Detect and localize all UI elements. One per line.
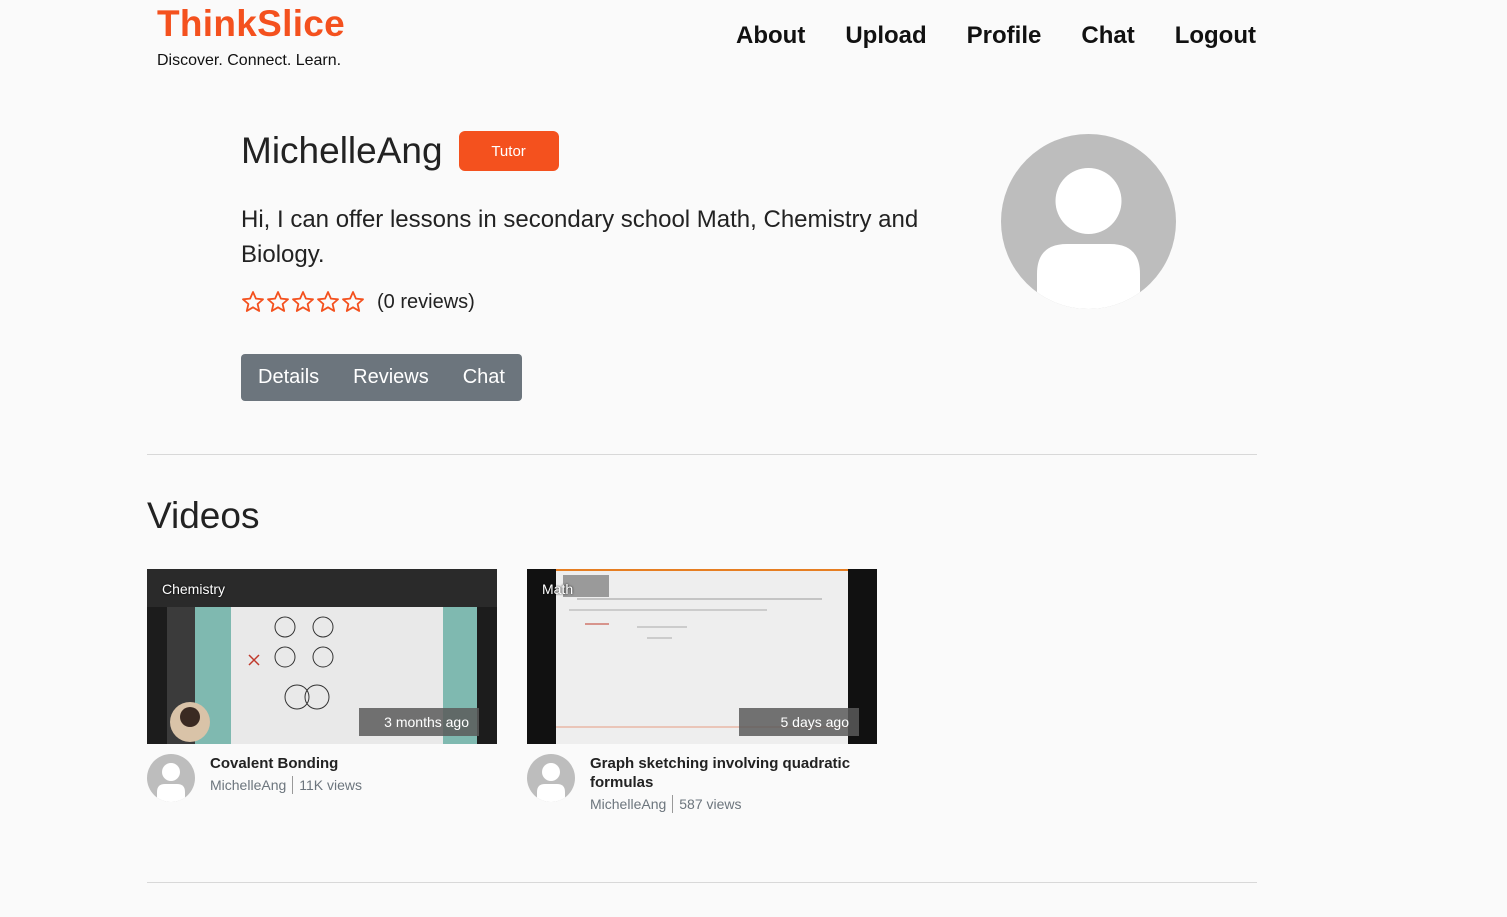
nav-logout[interactable]: Logout [1175,22,1256,50]
profile-section: MichelleAng Tutor Hi, I can offer lesson… [241,130,981,401]
tab-details[interactable]: Details [241,354,336,401]
video-category: Chemistry [162,581,226,597]
video-subline: MichelleAng 587 views [590,795,870,813]
star-icon [292,291,314,312]
video-category: Math [542,581,574,597]
role-badge: Tutor [458,131,559,171]
video-age: 3 months ago [359,708,479,736]
video-meta: Graph sketching involving quadratic form… [527,754,877,813]
video-views: 11K views [299,777,363,793]
section-divider [147,454,1257,455]
star-icon [342,291,364,312]
reviews-count: (0 reviews) [377,290,475,313]
video-card[interactable]: Chemistry 3 months ago Covalent Bonding … [147,569,497,802]
video-age: 5 days ago [739,708,859,736]
main-nav: About Upload Profile Chat Logout [736,22,1256,50]
video-meta-text: Covalent Bonding MichelleAng 11K views [210,754,362,802]
video-title[interactable]: Covalent Bonding [210,754,362,773]
video-author[interactable]: MichelleAng [590,796,666,812]
footer-divider [147,882,1257,883]
nav-chat[interactable]: Chat [1081,22,1134,50]
profile-avatar [1001,134,1176,309]
tab-chat[interactable]: Chat [446,354,522,401]
brand[interactable]: ThinkSlice Discover. Connect. Learn. [157,4,345,70]
brand-name[interactable]: ThinkSlice [157,4,345,44]
separator [672,795,674,813]
video-title[interactable]: Graph sketching involving quadratic form… [590,754,870,792]
star-icon [242,291,264,312]
star-rating [241,290,365,314]
tab-reviews[interactable]: Reviews [336,354,446,401]
user-silhouette-icon [537,763,565,802]
profile-username: MichelleAng [241,130,443,171]
profile-bio: Hi, I can offer lessons in secondary sch… [241,206,919,268]
profile-tabs: Details Reviews Chat [241,354,522,401]
video-meta: Covalent Bonding MichelleAng 11K views [147,754,497,802]
author-avatar[interactable] [147,754,195,802]
rating-row: (0 reviews) [241,290,981,314]
video-subline: MichelleAng 11K views [210,776,362,794]
videos-heading: Videos [147,495,260,536]
nav-profile[interactable]: Profile [967,22,1042,50]
user-silhouette-icon [1037,168,1140,309]
brand-tagline: Discover. Connect. Learn. [157,52,342,69]
separator [292,776,294,794]
nav-upload[interactable]: Upload [845,22,926,50]
user-silhouette-icon [157,763,185,802]
video-card[interactable]: Math 5 days ago Graph sketching involvin… [527,569,877,813]
video-views: 587 views [679,796,742,812]
video-thumbnail[interactable]: Math 5 days ago [527,569,877,744]
star-icon [317,291,339,312]
video-thumbnail[interactable]: Chemistry 3 months ago [147,569,497,744]
nav-about[interactable]: About [736,22,805,50]
name-row: MichelleAng Tutor [241,130,981,172]
star-icon [267,291,289,312]
video-meta-text: Graph sketching involving quadratic form… [590,754,870,813]
video-author[interactable]: MichelleAng [210,777,286,793]
author-avatar[interactable] [527,754,575,802]
